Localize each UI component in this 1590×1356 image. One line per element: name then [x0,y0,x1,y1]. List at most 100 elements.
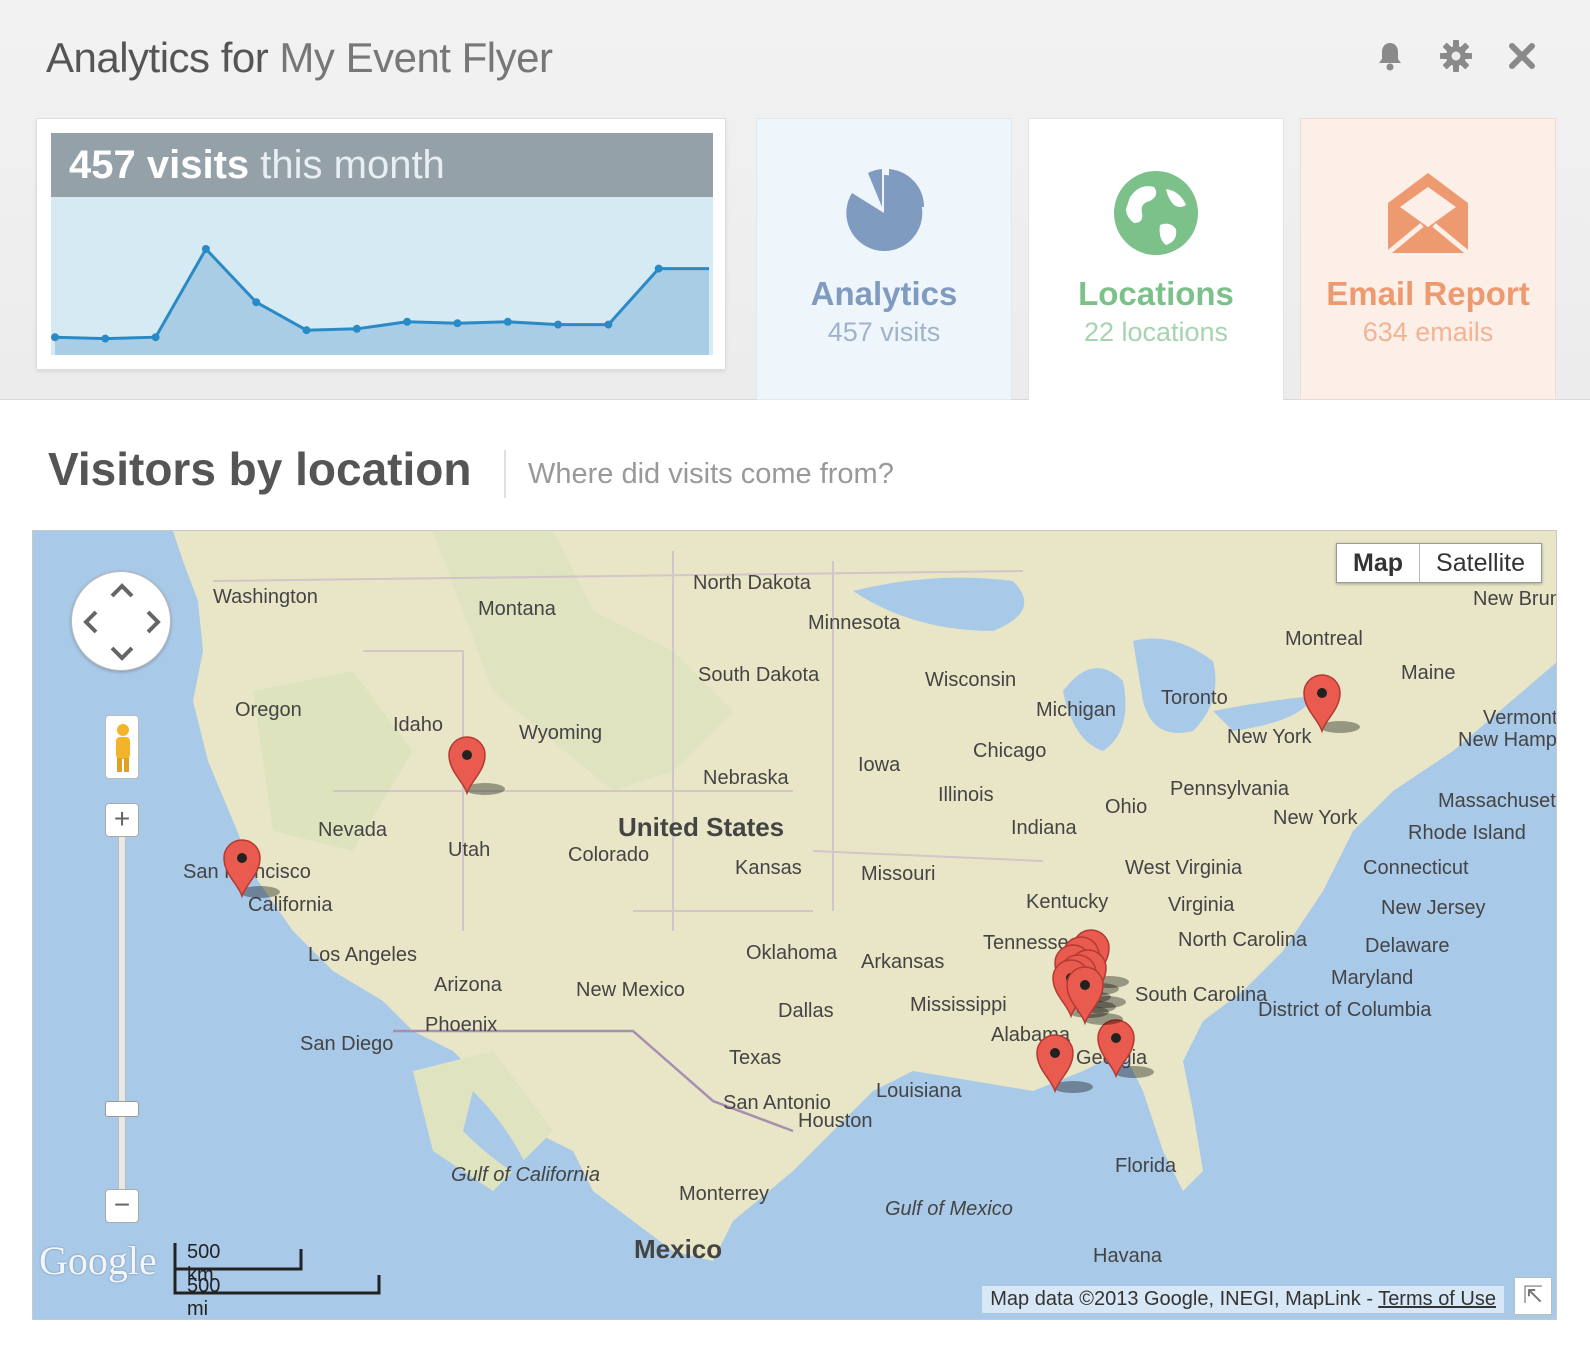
map-label: District of Columbia [1258,999,1432,1021]
sparkline-point [252,298,261,307]
map-label: Nevada [318,819,388,841]
bell-icon[interactable] [1370,36,1410,76]
map-label: Toronto [1161,687,1228,709]
tile-email-report[interactable]: Email Report 634 emails [1300,118,1556,400]
zoom-in-button[interactable]: + [105,803,139,837]
map-label: Houston [798,1110,873,1132]
map-label: Gulf of Mexico [885,1198,1013,1220]
map-label: Illinois [938,784,994,806]
visits-period: this month [260,143,445,187]
sparkline-point [352,324,361,333]
visits-sparkline [51,197,713,355]
title-prefix: Analytics for [46,34,269,81]
visits-header: 457 visits this month [51,133,713,197]
map-label: Idaho [393,714,443,736]
map-label: Iowa [858,754,901,776]
map-label: Minnesota [808,612,901,634]
map-label: Ohio [1105,796,1147,818]
document-name: My Event Flyer [279,34,553,81]
map-label: New York [1273,807,1358,829]
google-logo: Google [39,1238,157,1283]
map-type-satellite-button[interactable]: Satellite [1420,544,1541,582]
map-label: Maryland [1331,967,1413,989]
page-title: Analytics for My Event Flyer [46,34,553,82]
sparkline-point [51,333,59,342]
window-controls [1370,36,1542,76]
map-label: Louisiana [876,1080,963,1102]
map-canvas[interactable]: Washington Montana North Dakota Minnesota Or… [33,531,1557,1320]
map-label: Arkansas [861,951,944,973]
map-label: Nebraska [703,767,789,789]
sparkline-point [503,317,512,326]
sparkline-point [604,320,613,329]
map-label: Kansas [735,857,802,879]
pie-chart-icon [846,169,925,251]
map-label: New Brunswick [1473,588,1557,610]
map-label: Havana [1093,1245,1163,1267]
map-label: Indiana [1011,817,1077,839]
map-label: Virginia [1168,894,1235,916]
sparkline-point [654,264,663,273]
map-label: Maine [1401,662,1455,684]
map-label: Wyoming [519,722,602,744]
map-label: North Carolina [1178,929,1308,951]
visits-count: 457 visits [69,143,250,187]
tile-email-sub: 634 emails [1362,317,1494,347]
close-icon[interactable] [1502,36,1542,76]
attribution-text: Map data ©2013 Google, INEGI, MapLink - [990,1288,1373,1310]
tile-analytics[interactable]: Analytics 457 visits [756,118,1012,400]
visitors-map[interactable]: Washington Montana North Dakota Minnesota Or… [32,530,1557,1320]
map-label: Wisconsin [925,669,1016,691]
map-label: Colorado [568,844,649,866]
map-label: San Diego [300,1033,393,1055]
zoom-slider-track[interactable] [118,821,126,1221]
tile-analytics-sub: 457 visits [827,317,941,347]
tile-locations-sub: 22 locations [1083,317,1229,347]
tile-analytics-label: Analytics [810,275,958,312]
map-label: Gulf of California [451,1164,600,1186]
map-label: Arizona [434,974,503,996]
expand-map-button[interactable]: ⇱ [1514,1277,1552,1315]
zoom-out-button[interactable]: − [105,1189,139,1223]
map-label: Mississippi [910,994,1007,1016]
map-type-map-button[interactable]: Map [1337,544,1421,582]
header-band: Analytics for My Event Flyer 457 visits … [0,0,1590,400]
section-subtitle: Where did visits come from? [528,458,894,490]
map-label: Phoenix [425,1014,497,1036]
map-label: New Jersey [1381,897,1485,919]
map-label: West Virginia [1125,857,1243,879]
sparkline-point [101,334,110,343]
map-label: Vermont [1483,707,1557,729]
map-label: Delaware [1365,935,1449,957]
visits-card: 457 visits this month [36,118,726,370]
map-label: Kentucky [1026,891,1108,913]
sparkline-point [554,320,563,329]
street-view-pegman[interactable] [105,715,139,779]
map-label: New Hampshire [1458,729,1557,751]
sparkline-point [453,319,462,328]
sparkline-point [201,245,210,253]
map-label: Washington [213,586,318,608]
map-label: Oklahoma [746,942,838,964]
pan-control[interactable] [71,571,171,671]
map-attribution: Map data ©2013 Google, INEGI, MapLink - … [982,1286,1504,1313]
gear-icon[interactable] [1436,36,1476,76]
globe-icon [1114,171,1198,255]
sparkline-chart [51,245,709,355]
terms-of-use-link[interactable]: Terms of Use [1378,1288,1496,1310]
map-label: Texas [729,1047,781,1069]
map-label: United States [618,812,784,842]
pan-arrows-icon [83,583,161,661]
map-label: Dallas [778,1000,834,1022]
envelope-open-icon [1386,173,1470,255]
pegman-icon [116,724,130,772]
sparkline-point [151,333,160,342]
map-label: Pennsylvania [1170,778,1290,800]
map-label: Rhode Island [1408,822,1526,844]
zoom-slider-thumb[interactable] [105,1101,139,1117]
tile-locations[interactable]: Locations 22 locations [1028,118,1284,400]
map-label: Missouri [861,863,935,885]
map-label: Montreal [1285,628,1363,650]
map-type-control: Map Satellite [1336,543,1542,583]
map-label: North Dakota [693,572,812,594]
